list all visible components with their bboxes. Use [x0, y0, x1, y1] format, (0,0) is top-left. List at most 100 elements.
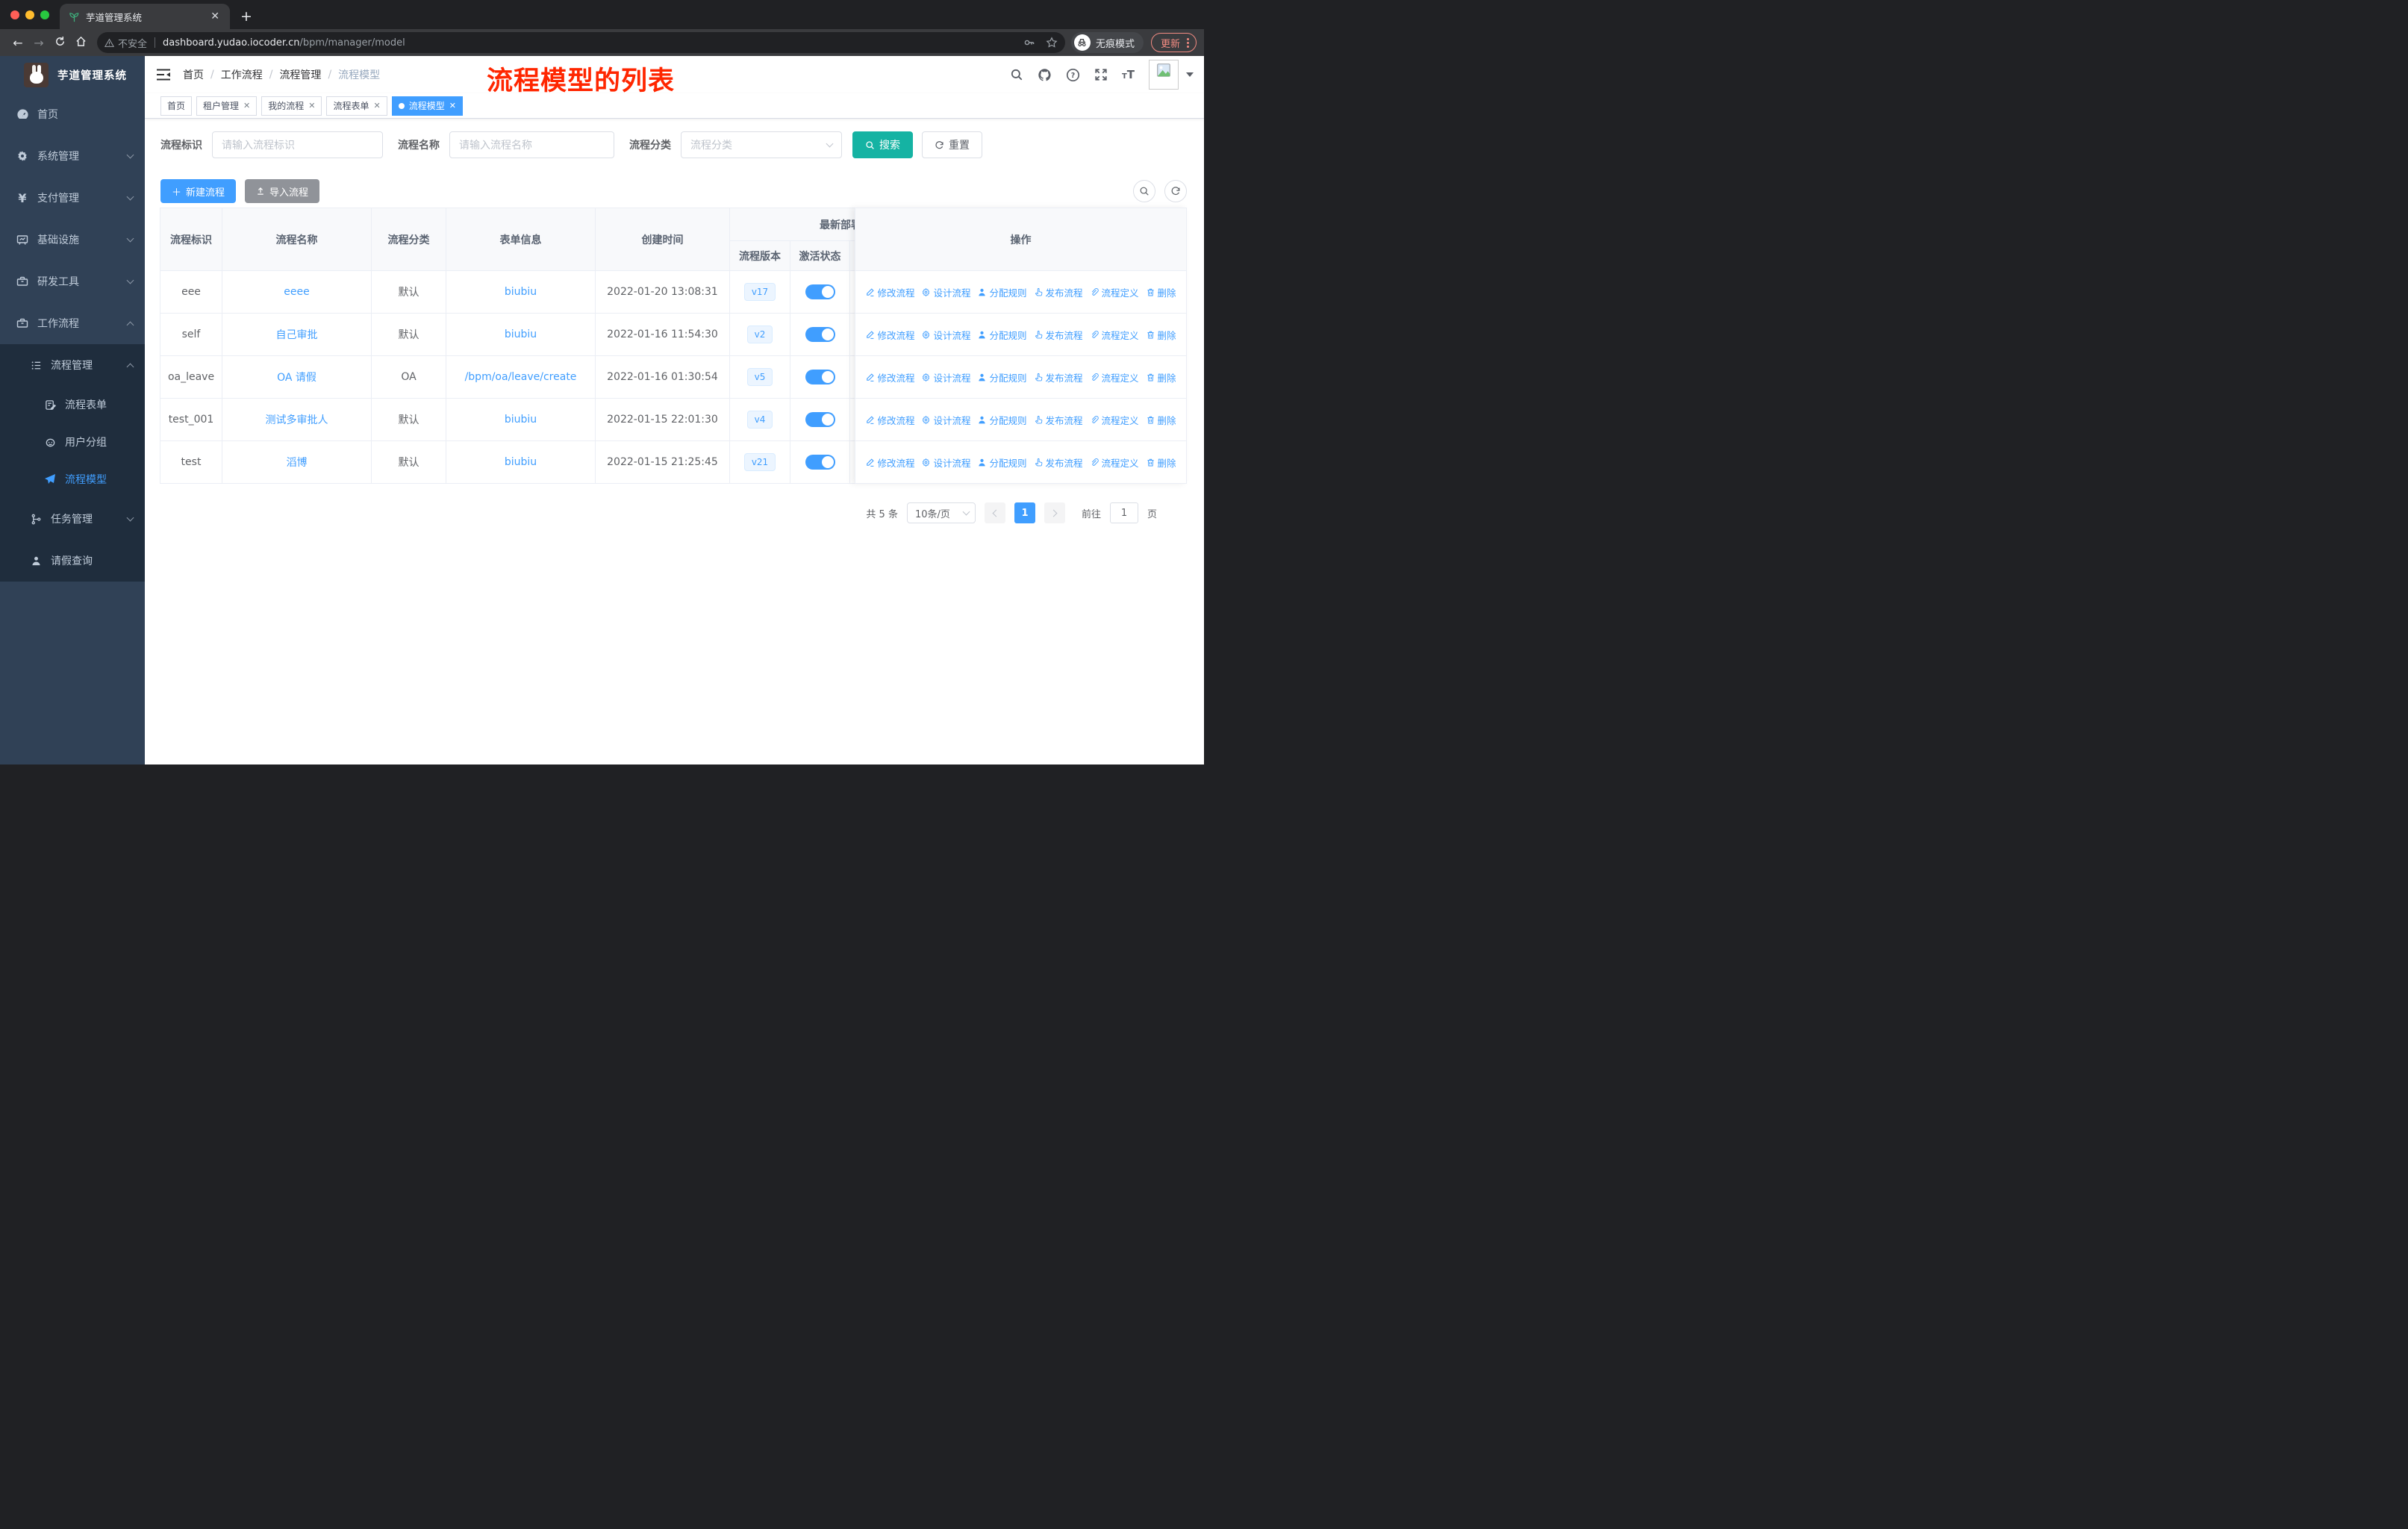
action-definition-link[interactable]: 流程定义	[1090, 328, 1139, 342]
active-toggle[interactable]	[805, 327, 835, 342]
action-definition-link[interactable]: 流程定义	[1090, 370, 1139, 384]
form-info-link[interactable]: /bpm/oa/leave/create	[465, 371, 577, 383]
tag-process-form[interactable]: 流程表单 ✕	[326, 96, 387, 116]
goto-page-input[interactable]: 1	[1109, 502, 1138, 523]
window-controls[interactable]	[0, 0, 60, 29]
action-design-link[interactable]: 设计流程	[921, 413, 970, 427]
form-info-link[interactable]: biubiu	[505, 456, 537, 468]
action-design-link[interactable]: 设计流程	[921, 328, 970, 342]
process-name-link[interactable]: 滔博	[287, 457, 308, 469]
form-info-link[interactable]: biubiu	[505, 286, 537, 298]
action-definition-link[interactable]: 流程定义	[1090, 285, 1139, 299]
action-delete-link[interactable]: 删除	[1146, 285, 1176, 299]
tag-tenant[interactable]: 租户管理 ✕	[196, 96, 258, 116]
breadcrumb-workflow[interactable]: 工作流程	[221, 67, 263, 82]
action-delete-link[interactable]: 删除	[1146, 328, 1176, 342]
update-chip[interactable]: 更新	[1150, 33, 1197, 52]
home-icon[interactable]	[70, 36, 91, 50]
not-secure-warning[interactable]: 不安全	[105, 36, 147, 50]
action-definition-link[interactable]: 流程定义	[1090, 455, 1139, 470]
next-page-button[interactable]	[1044, 502, 1065, 523]
reset-button[interactable]: 重置	[922, 131, 982, 158]
prev-page-button[interactable]	[984, 502, 1005, 523]
action-publish-link[interactable]: 发布流程	[1034, 413, 1083, 427]
refresh-table-button[interactable]	[1164, 180, 1187, 202]
action-delete-link[interactable]: 删除	[1146, 370, 1176, 384]
action-edit-link[interactable]: 修改流程	[865, 370, 914, 384]
breadcrumb-home[interactable]: 首页	[183, 67, 204, 82]
action-edit-link[interactable]: 修改流程	[865, 285, 914, 299]
tag-my-process[interactable]: 我的流程 ✕	[261, 96, 322, 116]
sidebar-item-process-form[interactable]: 流程表单	[0, 386, 145, 423]
avatar-caret-icon[interactable]	[1186, 72, 1194, 77]
page-1-button[interactable]: 1	[1014, 502, 1035, 523]
filter-category-select[interactable]: 流程分类	[681, 131, 842, 158]
action-assign-link[interactable]: 分配规则	[977, 328, 1027, 342]
toggle-search-button[interactable]	[1133, 180, 1155, 202]
action-design-link[interactable]: 设计流程	[921, 370, 970, 384]
active-toggle[interactable]	[805, 455, 835, 470]
page-size-select[interactable]: 10条/页	[906, 502, 976, 523]
tag-close-icon[interactable]: ✕	[449, 101, 456, 110]
browser-tab[interactable]: 芋道管理系统 ✕	[60, 4, 230, 29]
zoom-window-button[interactable]	[40, 10, 49, 19]
tag-process-model[interactable]: 流程模型 ✕	[391, 96, 463, 116]
forward-icon[interactable]: →	[28, 36, 49, 50]
github-icon[interactable]	[1038, 68, 1052, 82]
tag-home[interactable]: 首页	[160, 96, 193, 116]
fullscreen-icon[interactable]	[1094, 68, 1108, 81]
import-process-button[interactable]: 导入流程	[245, 179, 320, 203]
sidebar-item-dev[interactable]: 研发工具	[0, 261, 145, 302]
close-window-button[interactable]	[10, 10, 19, 19]
action-delete-link[interactable]: 删除	[1146, 413, 1176, 427]
action-publish-link[interactable]: 发布流程	[1034, 285, 1083, 299]
key-icon[interactable]	[1023, 37, 1035, 49]
browser-menu-icon[interactable]	[1187, 37, 1189, 48]
sidebar-item-task-mgmt[interactable]: 任务管理	[0, 498, 145, 540]
action-publish-link[interactable]: 发布流程	[1034, 455, 1083, 470]
address-bar[interactable]: 不安全 dashboard.yudao.iocoder.cn/bpm/manag…	[97, 32, 1065, 53]
sidebar-item-infra[interactable]: 基础设施	[0, 219, 145, 261]
process-name-link[interactable]: 自己审批	[276, 329, 318, 341]
sidebar-item-pay[interactable]: ¥ 支付管理	[0, 177, 145, 219]
active-toggle[interactable]	[805, 412, 835, 427]
sidebar-item-home[interactable]: 首页	[0, 93, 145, 135]
filter-key-input[interactable]: 请输入流程标识	[212, 131, 383, 158]
header-search-icon[interactable]	[1010, 68, 1023, 81]
form-info-link[interactable]: biubiu	[505, 328, 537, 340]
action-edit-link[interactable]: 修改流程	[865, 413, 914, 427]
action-assign-link[interactable]: 分配规则	[977, 455, 1027, 470]
action-assign-link[interactable]: 分配规则	[977, 285, 1027, 299]
process-name-link[interactable]: OA 请假	[277, 372, 316, 384]
sidebar-item-process-mgmt[interactable]: 流程管理	[0, 344, 145, 386]
action-definition-link[interactable]: 流程定义	[1090, 413, 1139, 427]
sidebar-item-workflow[interactable]: 工作流程	[0, 302, 145, 344]
sidebar-item-leave-query[interactable]: 请假查询	[0, 540, 145, 582]
action-assign-link[interactable]: 分配规则	[977, 370, 1027, 384]
bookmark-star-icon[interactable]	[1046, 37, 1058, 49]
new-tab-button[interactable]: +	[240, 8, 252, 25]
active-toggle[interactable]	[805, 370, 835, 384]
tag-close-icon[interactable]: ✕	[308, 101, 315, 110]
action-publish-link[interactable]: 发布流程	[1034, 370, 1083, 384]
action-publish-link[interactable]: 发布流程	[1034, 328, 1083, 342]
create-process-button[interactable]: ＋ 新建流程	[160, 179, 237, 203]
tab-close-icon[interactable]: ✕	[208, 10, 222, 22]
action-edit-link[interactable]: 修改流程	[865, 455, 914, 470]
tag-close-icon[interactable]: ✕	[374, 101, 381, 110]
action-edit-link[interactable]: 修改流程	[865, 328, 914, 342]
sidebar-item-user-group[interactable]: 用户分组	[0, 423, 145, 461]
search-button[interactable]: 搜索	[852, 131, 913, 158]
back-icon[interactable]: ←	[7, 36, 28, 50]
sidebar-item-process-model[interactable]: 流程模型	[0, 461, 145, 498]
font-size-icon[interactable]: TT	[1122, 68, 1135, 81]
action-design-link[interactable]: 设计流程	[921, 285, 970, 299]
active-toggle[interactable]	[805, 284, 835, 299]
process-name-link[interactable]: eeee	[284, 286, 309, 298]
form-info-link[interactable]: biubiu	[505, 414, 537, 426]
process-name-link[interactable]: 测试多审批人	[266, 414, 328, 426]
tag-close-icon[interactable]: ✕	[243, 101, 250, 110]
breadcrumb-process-mgmt[interactable]: 流程管理	[279, 67, 321, 82]
help-icon[interactable]: ?	[1066, 68, 1080, 82]
avatar[interactable]	[1149, 60, 1179, 90]
